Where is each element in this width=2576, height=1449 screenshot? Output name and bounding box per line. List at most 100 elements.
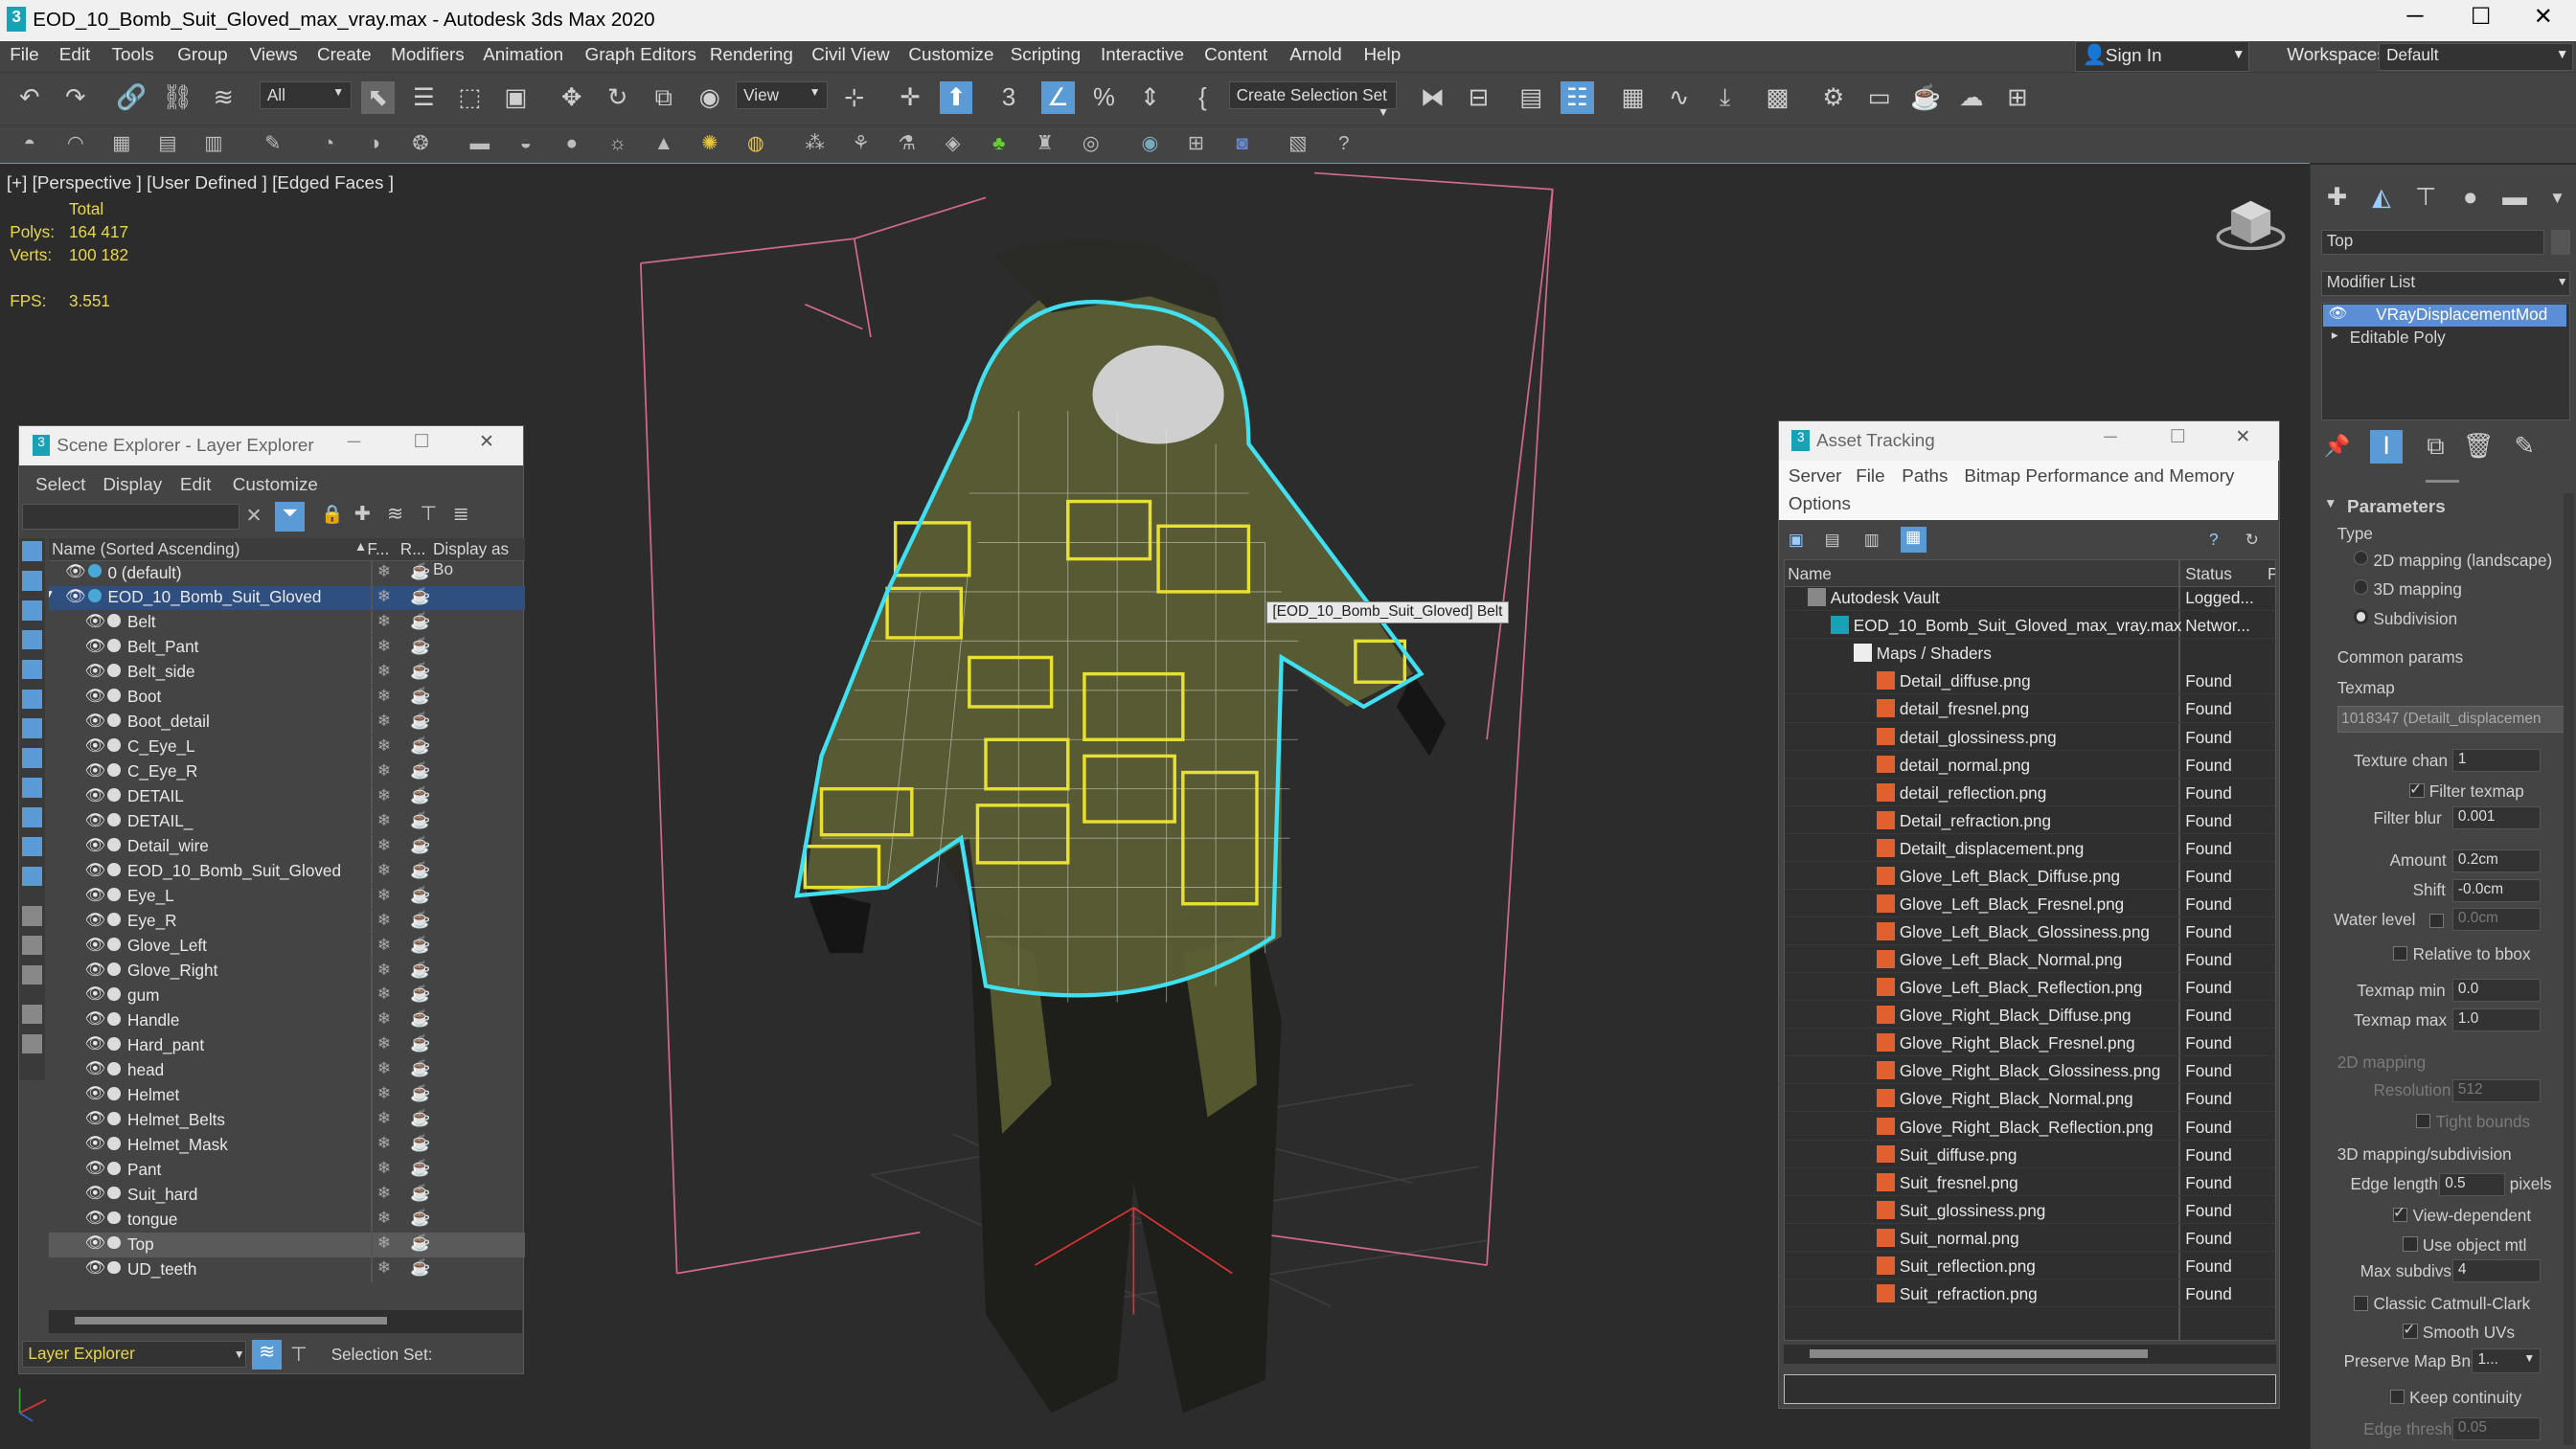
at-menu-options[interactable]: Options xyxy=(1789,493,1851,514)
asset-file-row[interactable]: Glove_Left_Black_Glossiness.png Found xyxy=(1784,920,2276,946)
tree-item-row[interactable]: 👁 UD_teeth ❄ ☕ xyxy=(49,1257,525,1283)
tree-item-row[interactable]: 👁 EOD_10_Bomb_Suit_Gloved ❄ ☕ xyxy=(49,859,525,885)
max-file-row[interactable]: EOD_10_Bomb_Suit_Gloved_max_vray.max Netw… xyxy=(1784,615,2276,640)
pin-stack-icon[interactable]: 📌 xyxy=(2321,430,2354,463)
vray-sphere-icon[interactable]: ◔ xyxy=(315,130,341,156)
bomb-suit-model[interactable] xyxy=(805,238,1447,1413)
freeze-icon[interactable]: ❄ xyxy=(377,661,391,681)
max-subdivs-spinner[interactable]: 4 xyxy=(2451,1259,2542,1283)
place-icon[interactable]: ◉ xyxy=(694,81,726,114)
use-object-mtl-checkbox[interactable] xyxy=(2403,1236,2418,1252)
tree-item-row[interactable]: 👁 tongue ❄ ☕ xyxy=(49,1208,525,1234)
modifier-editable-poly[interactable]: ▸ Editable Poly xyxy=(2323,328,2566,349)
render-teapot-icon[interactable]: ☕ xyxy=(410,835,430,855)
asset-file-row[interactable]: Glove_Left_Black_Normal.png Found xyxy=(1784,948,2276,974)
vray-material-icon[interactable]: ⚗ xyxy=(894,130,920,156)
tree-item-row[interactable]: 👁 Top ❄ ☕ xyxy=(48,1233,526,1258)
visibility-eye-icon[interactable]: 👁 xyxy=(84,1133,105,1153)
rotate-icon[interactable]: ↻ xyxy=(602,81,634,114)
asset-file-row[interactable]: Suit_normal.png Found xyxy=(1784,1227,2276,1252)
freeze-icon[interactable]: ❄ xyxy=(377,1058,391,1078)
render-teapot-icon[interactable]: ☕ xyxy=(410,960,430,980)
menu-rendering[interactable]: Rendering xyxy=(710,44,793,65)
vray-sky-icon[interactable]: ◍ xyxy=(742,130,768,156)
display-cameras-icon[interactable] xyxy=(22,629,42,650)
object-color-swatch[interactable] xyxy=(2550,230,2571,255)
vray-denoiser-icon[interactable]: ◎ xyxy=(1078,130,1104,156)
vray-scatter-icon[interactable]: ⚘ xyxy=(848,130,874,156)
window-crossing-icon[interactable]: ▣ xyxy=(499,81,532,114)
maximize-button[interactable]: ☐ xyxy=(2448,3,2514,35)
display-space-warps-icon[interactable] xyxy=(22,689,42,710)
render-teapot-icon[interactable]: ☕ xyxy=(410,810,430,830)
menu-help[interactable]: Help xyxy=(1363,44,1401,65)
layers-toggle-icon[interactable]: ≋ xyxy=(252,1339,283,1370)
render-teapot-icon[interactable]: ☕ xyxy=(410,661,430,681)
render-teapot-icon[interactable]: ☕ xyxy=(410,910,430,930)
asset-tracking-titlebar[interactable]: 3 Asset Tracking ─ ☐ ✕ xyxy=(1778,421,2280,462)
schematic-view-icon[interactable]: ⤓ xyxy=(1709,81,1742,114)
scrollbar-thumb[interactable] xyxy=(1810,1349,2149,1358)
asset-file-row[interactable]: Glove_Right_Black_Diffuse.png Found xyxy=(1784,1005,2276,1030)
menu-content[interactable]: Content xyxy=(1204,44,1267,65)
visibility-eye-icon[interactable]: 👁 xyxy=(84,785,105,805)
radio-subdivision[interactable] xyxy=(2353,609,2369,624)
tree-item-row[interactable]: 👁 Belt_side ❄ ☕ xyxy=(49,660,525,686)
minimize-button[interactable]: ─ xyxy=(2382,3,2449,35)
display-containers-icon[interactable] xyxy=(22,807,42,827)
modifier-list-dropdown[interactable]: Modifier List ▼ xyxy=(2320,270,2571,296)
asset-file-row[interactable]: Suit_fresnel.png Found xyxy=(1784,1171,2276,1196)
at-menu-file[interactable]: File xyxy=(1856,465,1884,487)
select-object-icon[interactable]: ⬉ xyxy=(361,81,395,115)
vray-vfb-icon[interactable]: ◉ xyxy=(1137,130,1163,156)
display-hidden-icon[interactable] xyxy=(22,866,42,887)
water-level-checkbox[interactable] xyxy=(2428,913,2445,928)
vault-row[interactable]: Autodesk Vault Logged... xyxy=(1784,587,2276,612)
menu-create[interactable]: Create xyxy=(317,44,372,65)
move-icon[interactable]: ✥ xyxy=(556,81,588,114)
tight-bounds-checkbox[interactable] xyxy=(2416,1113,2431,1129)
lock-icon[interactable]: 🔒 xyxy=(321,504,343,525)
display-geometry-icon[interactable] xyxy=(22,541,42,561)
asset-file-row[interactable]: Glove_Left_Black_Reflection.png Found xyxy=(1784,976,2276,1002)
visibility-eye-icon[interactable]: 👁 xyxy=(84,1183,105,1203)
menu-views[interactable]: Views xyxy=(250,44,298,65)
render-teapot-icon[interactable]: ☕ xyxy=(410,1133,430,1153)
clear-search-icon[interactable]: ✕ xyxy=(246,504,262,528)
render-teapot-icon[interactable]: ☕ xyxy=(410,611,430,631)
create-tab-icon[interactable]: ✚ xyxy=(2321,181,2354,214)
hierarchy-toggle-icon[interactable]: ⊤ xyxy=(290,1343,308,1367)
render-teapot-icon[interactable]: ☕ xyxy=(410,1033,430,1053)
menu-edit[interactable]: Edit xyxy=(59,44,91,65)
display-shapes-icon[interactable] xyxy=(22,571,42,591)
tree-item-row[interactable]: 👁 Belt ❄ ☕ xyxy=(49,610,525,636)
collapse-arrow-icon[interactable]: ▼ xyxy=(2324,496,2337,510)
tree-item-row[interactable]: 👁 Boot ❄ ☕ xyxy=(49,685,525,711)
close-button[interactable]: ✕ xyxy=(2235,426,2250,447)
render-teapot-icon[interactable]: ☕ xyxy=(410,1058,430,1078)
column-status[interactable]: Status xyxy=(2185,564,2232,584)
visibility-eye-icon[interactable]: 👁 xyxy=(84,1158,105,1178)
asset-file-row[interactable]: Suit_refraction.png Found xyxy=(1784,1282,2276,1307)
minimize-button[interactable]: ─ xyxy=(2104,426,2116,447)
asset-file-row[interactable]: Glove_Right_Black_Glossiness.png Found xyxy=(1784,1060,2276,1085)
close-button[interactable]: ✕ xyxy=(479,431,494,452)
visibility-eye-icon[interactable]: 👁 xyxy=(84,1208,105,1228)
render-teapot-icon[interactable]: ☕ xyxy=(410,885,430,905)
freeze-icon[interactable]: ❄ xyxy=(377,636,391,656)
render-teapot-icon[interactable]: ☕ xyxy=(410,1158,430,1178)
at-horizontal-scrollbar[interactable] xyxy=(1783,1344,2277,1365)
visibility-eye-icon[interactable]: 👁 xyxy=(84,636,105,656)
freeze-icon[interactable]: ❄ xyxy=(377,810,391,830)
render-teapot-icon[interactable]: ☕ xyxy=(410,1083,430,1103)
workspace-dropdown[interactable]: Default ▼ xyxy=(2379,42,2573,71)
redo-icon[interactable]: ↷ xyxy=(59,81,92,114)
tree-item-row[interactable]: 👁 Helmet ❄ ☕ xyxy=(49,1083,525,1109)
se-search-input[interactable] xyxy=(22,503,239,531)
shift-spinner[interactable]: -0.0cm xyxy=(2451,878,2542,902)
tree-item-row[interactable]: 👁 Eye_R ❄ ☕ xyxy=(49,909,525,935)
visibility-eye-icon[interactable]: 👁 xyxy=(84,935,105,955)
toggle-ribbon-icon[interactable]: ▦ xyxy=(1617,81,1650,114)
at-menu-server[interactable]: Server xyxy=(1789,465,1842,487)
menu-customize[interactable]: Customize xyxy=(908,44,993,65)
